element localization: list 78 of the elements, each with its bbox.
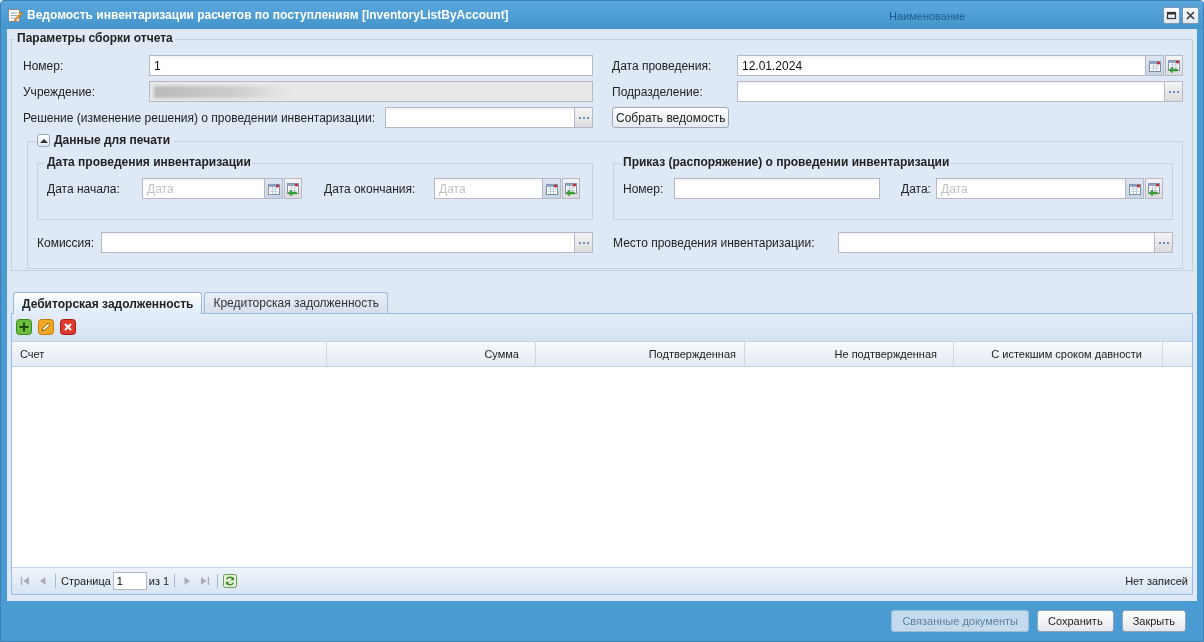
field-label: Номер: <box>23 58 65 73</box>
form-edit-icon <box>7 7 23 23</box>
page-count: из 1 <box>148 575 170 587</box>
window-title: Ведомость инвентаризации расчетов по поступлениям [InventoryListByAccount] <box>27 8 509 22</box>
group-title: Дата проведения инвентаризации <box>45 155 253 169</box>
calendar-icon <box>544 181 559 196</box>
first-page-icon <box>19 575 31 587</box>
ellipsis-icon <box>1157 240 1170 245</box>
dialog-button[interactable]: Сохранить <box>1036 610 1114 632</box>
lookup-field[interactable] <box>838 232 1155 253</box>
date-field[interactable]: Дата <box>142 178 265 199</box>
close-icon <box>1185 9 1196 21</box>
lookup-field[interactable] <box>101 232 575 253</box>
refresh-button[interactable] <box>221 572 240 590</box>
calendar-icon <box>1147 58 1162 73</box>
clear-date-button[interactable] <box>562 178 580 199</box>
column-header[interactable]: Сумма <box>327 342 536 366</box>
calendar-button[interactable] <box>543 178 561 199</box>
pencil-icon <box>38 319 54 335</box>
column-header[interactable]: С истекшим сроком давности <box>954 342 1163 366</box>
column-header[interactable]: Подтвержденная <box>536 342 745 366</box>
field-label: Дата окончания: <box>324 181 417 196</box>
field-label: Решение (изменение решения) о проведении инвентаризации: <box>23 110 375 125</box>
field-label: Комиссия: <box>37 235 96 250</box>
close-button[interactable] <box>1182 6 1199 24</box>
plus-icon <box>16 319 32 335</box>
build-report-button[interactable]: Собрать ведомость <box>612 107 730 128</box>
tab[interactable]: Кредиторская задолженность <box>204 292 388 313</box>
clear-date-button[interactable] <box>1165 55 1183 76</box>
field-label: Дата проведения: <box>612 58 713 73</box>
collapse-toggle[interactable] <box>37 133 50 147</box>
page-label: Страница <box>61 575 111 587</box>
field-label: Место проведения инвентаризации: <box>613 235 816 250</box>
maximize-icon <box>1166 9 1177 21</box>
ellipsis-icon <box>577 240 590 245</box>
field-label: Дата: <box>901 181 932 196</box>
date-field[interactable]: Дата <box>936 178 1126 199</box>
field-label: Учреждение: <box>23 84 97 99</box>
column-header[interactable]: Не подтвержденная <box>745 342 954 366</box>
date-field[interactable]: 12.01.2024 <box>737 55 1146 76</box>
text-field[interactable] <box>674 178 880 199</box>
clear-date-button[interactable] <box>1145 178 1163 199</box>
ellipsis-icon <box>1167 89 1180 94</box>
edit-button[interactable] <box>38 319 55 336</box>
dialog-button[interactable]: Закрыть <box>1121 610 1186 632</box>
lookup-field[interactable] <box>385 107 575 128</box>
ellipsis-button[interactable] <box>575 232 593 253</box>
ellipsis-button[interactable] <box>1155 232 1173 253</box>
delete-button[interactable] <box>60 319 77 336</box>
page-field[interactable]: 1 <box>112 572 147 590</box>
calendar-button[interactable] <box>1126 178 1144 199</box>
records-status: Нет записей <box>1125 575 1188 587</box>
calendar-button[interactable] <box>265 178 283 199</box>
field-label: Дата начала: <box>47 181 121 196</box>
text-field[interactable]: 1 <box>149 55 593 76</box>
refresh-icon <box>223 574 238 588</box>
add-button[interactable] <box>16 319 33 336</box>
calendar-icon <box>1127 181 1142 196</box>
caret-up-icon <box>39 137 48 143</box>
column-header[interactable]: Счет <box>12 342 327 366</box>
ellipsis-icon <box>577 115 590 120</box>
field-label: Подразделение: <box>612 84 704 99</box>
group-title: Приказ (распоряжение) о проведении инвентаризации <box>621 155 952 169</box>
clear-date-button[interactable] <box>284 178 302 199</box>
ellipsis-button[interactable] <box>575 107 593 128</box>
maximize-button[interactable] <box>1163 6 1180 24</box>
calendar-icon <box>266 181 281 196</box>
ellipsis-button[interactable] <box>1165 81 1183 102</box>
x-icon <box>60 319 76 335</box>
last-page-icon <box>199 575 212 587</box>
tab[interactable]: Дебиторская задолженность <box>13 292 203 314</box>
calendar-button[interactable] <box>1146 55 1164 76</box>
date-field[interactable]: Дата <box>434 178 543 199</box>
lookup-field[interactable] <box>737 81 1165 102</box>
field-label: Номер: <box>623 181 665 196</box>
section-title: Параметры сборки отчета <box>15 31 175 45</box>
section-title: Данные для печати <box>52 133 173 147</box>
background-column-header: Наименование <box>889 10 966 22</box>
